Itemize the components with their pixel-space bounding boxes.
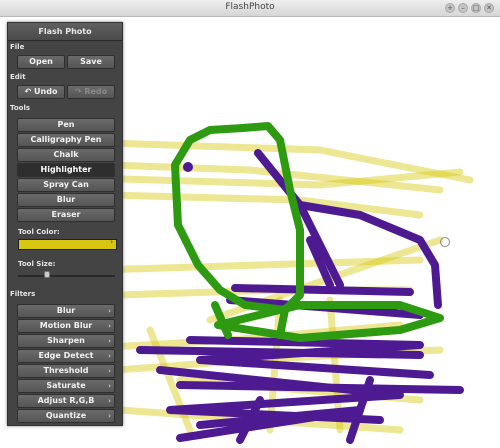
filter-adjust-rgb-label: Adjust R,G,B (37, 396, 95, 405)
filter-sharpen-label: Sharpen (47, 336, 85, 345)
undo-label: Undo (34, 87, 58, 96)
window-title: FlashPhoto (225, 2, 275, 12)
close-button[interactable]: ✕ (484, 3, 494, 13)
tool-highlighter[interactable]: Highlighter (17, 163, 115, 177)
tool-panel: Flash Photo File Open Save Edit ↶ Undo ↷… (7, 22, 123, 426)
redo-button[interactable]: ↷ Redo (67, 85, 115, 99)
filter-sharpen[interactable]: Sharpen › (17, 334, 115, 348)
chevron-right-icon: › (108, 397, 111, 405)
tool-color-picker[interactable]: › (18, 238, 117, 250)
purple-dot (183, 162, 193, 172)
filter-blur[interactable]: Blur › (17, 304, 115, 318)
maximize-button[interactable]: + (445, 3, 455, 13)
filter-saturate-label: Saturate (46, 381, 86, 390)
edit-section-label: Edit (10, 73, 26, 81)
filter-threshold[interactable]: Threshold › (17, 364, 115, 378)
filter-quantize-label: Quantize (45, 411, 87, 420)
tool-spray-can[interactable]: Spray Can (17, 178, 115, 192)
chevron-right-icon: › (108, 367, 111, 375)
tools-section-label: Tools (10, 104, 31, 112)
chevron-right-icon: › (108, 337, 111, 345)
filter-edge-detect[interactable]: Edge Detect › (17, 349, 115, 363)
redo-label: Redo (84, 87, 108, 96)
chevron-right-icon: › (108, 352, 111, 360)
panel-title: Flash Photo (8, 23, 122, 41)
chevron-right-icon: › (110, 238, 113, 246)
open-button[interactable]: Open (17, 55, 65, 69)
filter-quantize[interactable]: Quantize › (17, 409, 115, 423)
tool-size-label: Tool Size: (18, 260, 56, 268)
filters-section-label: Filters (10, 290, 36, 298)
tool-calligraphy-pen[interactable]: Calligraphy Pen (17, 133, 115, 147)
undo-button[interactable]: ↶ Undo (17, 85, 65, 99)
tool-chalk[interactable]: Chalk (17, 148, 115, 162)
filter-saturate[interactable]: Saturate › (17, 379, 115, 393)
filter-motion-blur-label: Motion Blur (39, 321, 93, 330)
filter-edge-detect-label: Edge Detect (38, 351, 94, 360)
undo-arrow-icon: ↶ (24, 87, 32, 96)
chevron-right-icon: › (108, 382, 111, 390)
tool-size-slider-track[interactable] (18, 275, 115, 277)
file-section-label: File (10, 43, 25, 51)
chevron-right-icon: › (108, 322, 111, 330)
tool-size-slider-thumb[interactable] (44, 271, 51, 278)
tool-color-label: Tool Color: (18, 228, 60, 236)
filter-threshold-label: Threshold (43, 366, 89, 375)
restore-button[interactable]: □ (471, 3, 481, 13)
title-bar: FlashPhoto + – □ ✕ (0, 0, 500, 17)
redo-arrow-icon: ↷ (74, 87, 82, 96)
tool-eraser[interactable]: Eraser (17, 208, 115, 222)
filter-adjust-rgb[interactable]: Adjust R,G,B › (17, 394, 115, 408)
tool-pen[interactable]: Pen (17, 118, 115, 132)
chevron-right-icon: › (108, 307, 111, 315)
chevron-right-icon: › (108, 412, 111, 420)
minimize-button[interactable]: – (458, 3, 468, 13)
tool-blur[interactable]: Blur (17, 193, 115, 207)
save-button[interactable]: Save (67, 55, 115, 69)
filter-blur-label: Blur (56, 306, 76, 315)
filter-motion-blur[interactable]: Motion Blur › (17, 319, 115, 333)
